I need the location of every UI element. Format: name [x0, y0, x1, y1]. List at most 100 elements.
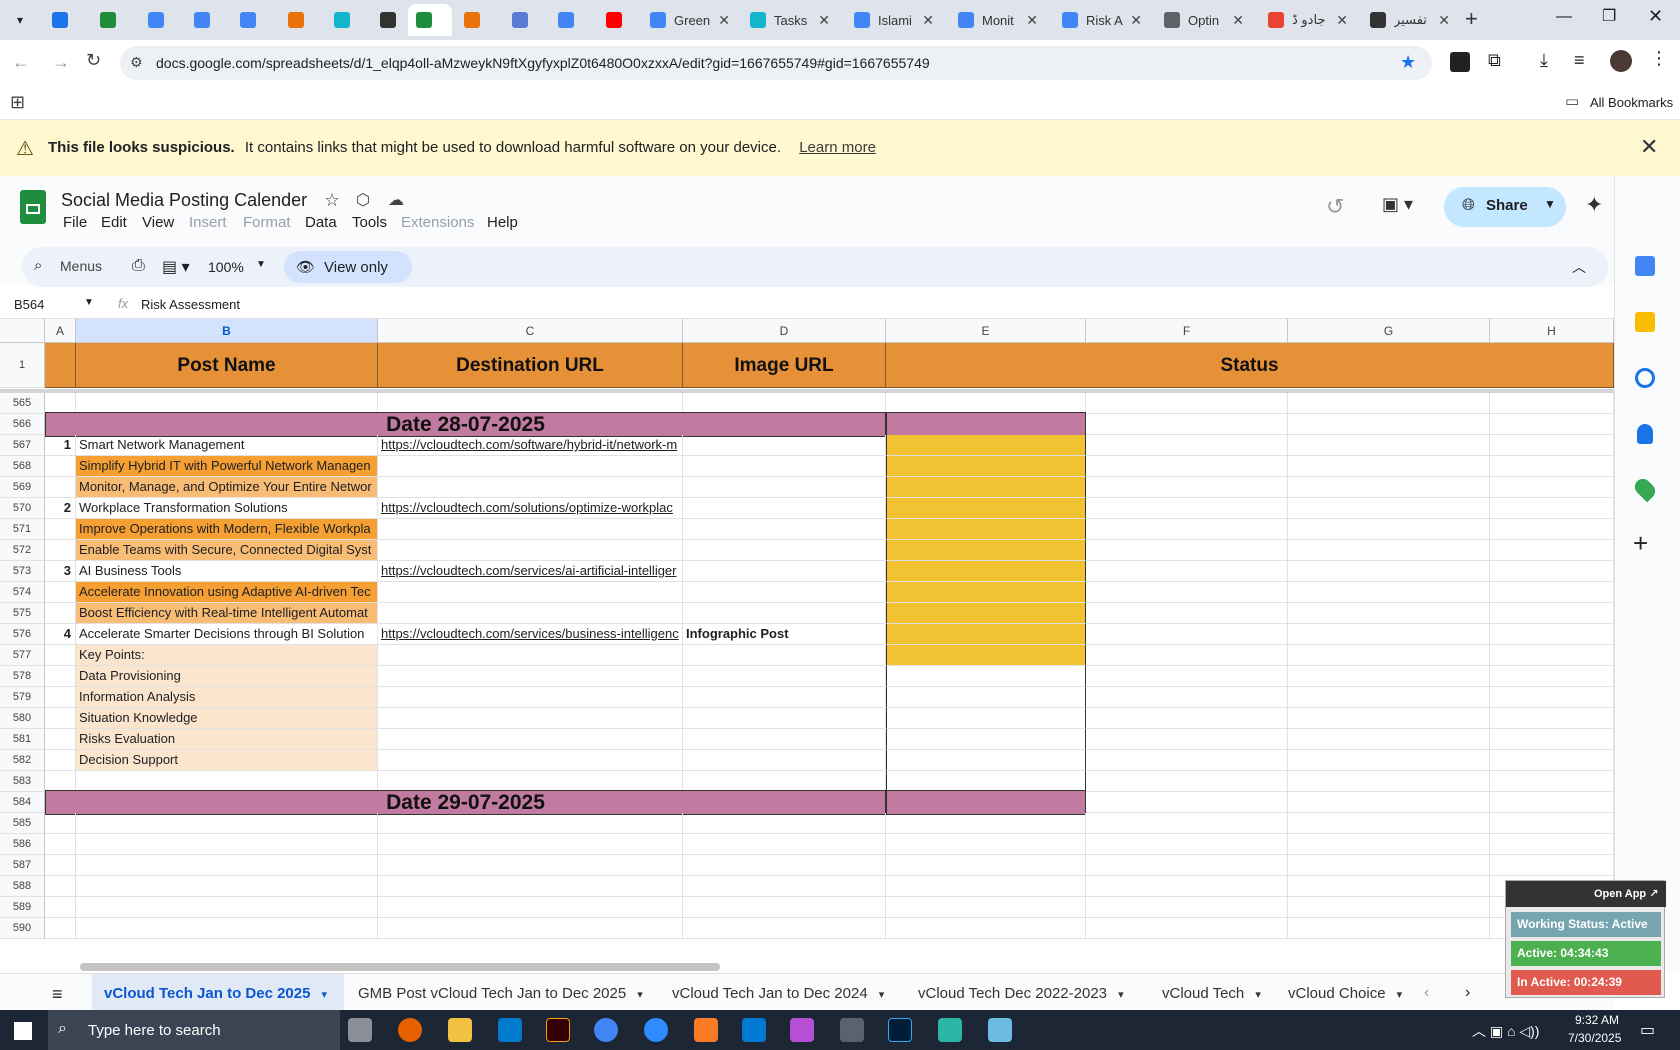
- print-icon[interactable]: ⎙: [132, 257, 145, 275]
- cell[interactable]: [1086, 624, 1288, 645]
- cell[interactable]: [1490, 687, 1614, 708]
- cell[interactable]: [76, 897, 378, 918]
- header-image-url[interactable]: Image URL: [683, 343, 886, 388]
- close-window-button[interactable]: ✕: [1648, 6, 1663, 27]
- status-cell[interactable]: [886, 876, 1086, 897]
- cell[interactable]: [1490, 792, 1614, 813]
- format-icon[interactable]: ▤ ▾: [162, 257, 190, 277]
- date-band-status-cell[interactable]: [886, 790, 1086, 815]
- cell[interactable]: [1086, 876, 1288, 897]
- post-name-cell[interactable]: Accelerate Innovation using Adaptive AI-…: [76, 582, 378, 603]
- row-header[interactable]: 581: [0, 729, 45, 750]
- browser-tab[interactable]: Optin ✕: [1156, 4, 1252, 36]
- browser-tab[interactable]: Green ✕: [642, 4, 738, 36]
- destination-url-cell[interactable]: https://vcloudtech.com/services/ai-artif…: [378, 561, 683, 582]
- system-tray-icons[interactable]: ︿ ▣ ⌂ ◁)): [1472, 1021, 1539, 1041]
- cell[interactable]: [378, 834, 683, 855]
- calendar-icon[interactable]: [1635, 256, 1655, 276]
- cell[interactable]: [1490, 561, 1614, 582]
- sheet-tab-menu-icon[interactable]: ▾: [1394, 989, 1403, 1001]
- row-header[interactable]: 566: [0, 414, 45, 435]
- cell[interactable]: [1490, 477, 1614, 498]
- sheet-tab-menu-icon[interactable]: ▾: [1115, 989, 1124, 1001]
- cell[interactable]: [378, 666, 683, 687]
- cell[interactable]: [45, 855, 76, 876]
- cell[interactable]: [378, 876, 683, 897]
- cell[interactable]: [1086, 603, 1288, 624]
- cell[interactable]: [683, 477, 886, 498]
- cell[interactable]: [76, 813, 378, 834]
- browser-tab[interactable]: تفسير ✕: [1362, 4, 1458, 36]
- zoom-app-icon[interactable]: [644, 1018, 668, 1042]
- cell[interactable]: [1086, 855, 1288, 876]
- cell[interactable]: [1490, 435, 1614, 456]
- file-explorer-icon[interactable]: [448, 1018, 472, 1042]
- cell[interactable]: [1086, 435, 1288, 456]
- cell[interactable]: [683, 540, 886, 561]
- status-cell[interactable]: [886, 393, 1086, 414]
- row-header[interactable]: 567: [0, 435, 45, 456]
- cell[interactable]: [683, 582, 886, 603]
- cell[interactable]: [683, 876, 886, 897]
- cell[interactable]: [1288, 918, 1490, 939]
- media-icon[interactable]: ≡: [1574, 50, 1585, 71]
- cell[interactable]: [1288, 393, 1490, 414]
- destination-url-cell[interactable]: https://vcloudtech.com/services/business…: [378, 624, 683, 645]
- scroll-tabs-right-icon[interactable]: ›: [1465, 984, 1470, 1002]
- menu-extensions[interactable]: Extensions: [401, 214, 474, 231]
- tab-close-icon[interactable]: ✕: [818, 12, 830, 29]
- notification-icon[interactable]: ▭: [1640, 1020, 1655, 1040]
- browser-tab[interactable]: [504, 4, 540, 36]
- cell[interactable]: [1288, 771, 1490, 792]
- row-header[interactable]: 587: [0, 855, 45, 876]
- tab-close-icon[interactable]: ✕: [1438, 12, 1450, 29]
- browser-tab[interactable]: [372, 4, 408, 36]
- taskbar-search[interactable]: ⌕ Type here to search: [48, 1010, 340, 1050]
- status-cell[interactable]: [886, 624, 1086, 645]
- sheet-tab-menu-icon[interactable]: ▾: [318, 989, 328, 1001]
- row-header[interactable]: 586: [0, 834, 45, 855]
- cell[interactable]: [1490, 603, 1614, 624]
- browser-tab[interactable]: [550, 4, 586, 36]
- cell[interactable]: [683, 561, 886, 582]
- cell[interactable]: [1086, 393, 1288, 414]
- illustrator-icon[interactable]: [546, 1018, 570, 1042]
- menu-view[interactable]: View: [142, 214, 174, 231]
- pen-tool-icon[interactable]: [840, 1018, 864, 1042]
- cell[interactable]: [683, 729, 886, 750]
- cell[interactable]: [1490, 498, 1614, 519]
- post-name-cell[interactable]: Accelerate Smarter Decisions through BI …: [76, 624, 378, 645]
- row-header[interactable]: 570: [0, 498, 45, 519]
- browser-tab[interactable]: Tasks ✕: [742, 4, 838, 36]
- cell[interactable]: [378, 771, 683, 792]
- zoom-dropdown-icon[interactable]: ▼: [256, 259, 266, 270]
- sheet-tab-menu-icon[interactable]: ▾: [634, 989, 643, 1001]
- extension-icon[interactable]: [1450, 52, 1470, 72]
- sheet-tab[interactable]: vCloud Tech ▾: [1150, 974, 1270, 1014]
- cell[interactable]: [1288, 498, 1490, 519]
- cell[interactable]: [1288, 687, 1490, 708]
- add-addon-icon[interactable]: +: [1633, 528, 1648, 559]
- cell[interactable]: [1490, 771, 1614, 792]
- gemini-icon[interactable]: ✦: [1585, 192, 1603, 218]
- menu-format[interactable]: Format: [243, 214, 291, 231]
- cell[interactable]: [1288, 582, 1490, 603]
- cell[interactable]: [378, 456, 683, 477]
- row-header[interactable]: 579: [0, 687, 45, 708]
- cell[interactable]: [683, 771, 886, 792]
- tab-close-icon[interactable]: ✕: [1336, 12, 1348, 29]
- tab-close-icon[interactable]: ✕: [1026, 12, 1038, 29]
- start-windows-icon[interactable]: [14, 1022, 32, 1040]
- cell[interactable]: [1490, 393, 1614, 414]
- post-name-cell[interactable]: Decision Support: [76, 750, 378, 771]
- cell[interactable]: [1086, 750, 1288, 771]
- post-name-cell[interactable]: Key Points:: [76, 645, 378, 666]
- tab-close-icon[interactable]: ✕: [1232, 12, 1244, 29]
- browser-tab[interactable]: Islami ✕: [846, 4, 942, 36]
- post-number-cell[interactable]: 2: [45, 498, 76, 519]
- search-icon[interactable]: ⌕: [34, 257, 42, 274]
- cell[interactable]: [1288, 645, 1490, 666]
- collapse-toolbar-icon[interactable]: ︿: [1572, 257, 1586, 277]
- browser-tab[interactable]: [92, 4, 128, 36]
- cell[interactable]: [45, 876, 76, 897]
